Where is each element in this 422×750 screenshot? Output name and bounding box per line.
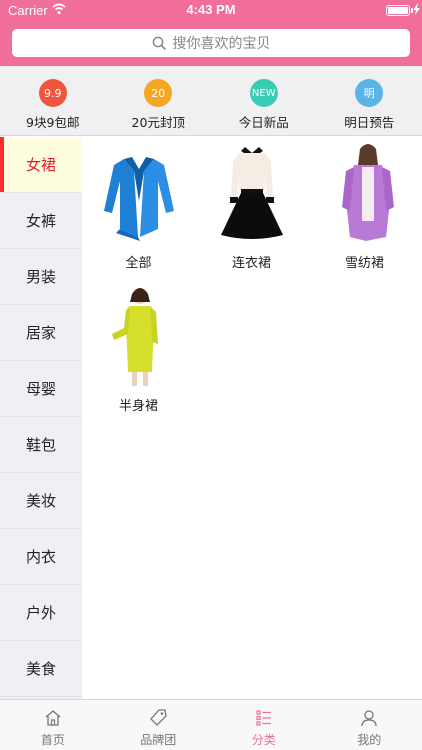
badge-99-icon: 9.9	[38, 79, 67, 107]
quick-nav-item-new[interactable]: NEW 今日新品	[211, 66, 317, 135]
quick-nav-label: 今日新品	[238, 115, 289, 130]
quick-nav-item-99[interactable]: 9.9 9块9包邮	[0, 66, 106, 135]
tab-bar: 首页 品牌团 分类 我的	[0, 699, 422, 750]
sidebar-item-home[interactable]: 居家	[0, 305, 82, 361]
search-bar[interactable]: 搜你喜欢的宝贝	[12, 29, 410, 57]
badge-20-icon: 20	[144, 79, 173, 107]
category-label: 半身裙	[118, 399, 158, 414]
sidebar-item-baby[interactable]: 母婴	[0, 361, 82, 417]
clock: 4:43 PM	[186, 2, 236, 17]
tab-home[interactable]: 首页	[0, 700, 106, 750]
tab-profile[interactable]: 我的	[317, 700, 422, 750]
top-header: Carrier 4:43 PM 搜你喜欢的宝贝	[0, 0, 422, 66]
sidebar-item-skirts[interactable]: 女裙	[0, 137, 82, 193]
tab-label: 首页	[40, 733, 65, 747]
tab-label: 分类	[251, 733, 276, 747]
status-bar: Carrier 4:43 PM	[0, 0, 422, 22]
sidebar-item-beauty[interactable]: 美妆	[0, 473, 82, 529]
category-label: 连衣裙	[231, 256, 271, 271]
category-sidebar: 女裙 女裤 男装 居家 母婴 鞋包 美妆 内衣 户外 美食	[0, 137, 82, 699]
category-label: 雪纺裙	[344, 256, 384, 271]
home-icon	[45, 710, 61, 726]
app-screen: Carrier 4:43 PM 搜你喜欢的宝贝 9.9 9块9包邮 20 20元…	[0, 0, 422, 750]
quick-nav-label: 明日预告	[344, 115, 395, 130]
tab-category[interactable]: 分类	[211, 700, 317, 750]
yellow-dress-image	[111, 288, 158, 386]
tag-icon	[150, 709, 167, 726]
category-item[interactable]: 雪纺裙	[308, 137, 421, 277]
search-placeholder: 搜你喜欢的宝贝	[172, 36, 271, 52]
list-icon	[256, 710, 271, 726]
search-icon	[152, 36, 166, 50]
tab-label: 我的	[357, 733, 382, 747]
battery-icon	[386, 5, 410, 16]
category-item[interactable]: 连衣裙	[195, 137, 308, 277]
purple-chiffon-image	[341, 144, 394, 241]
sidebar-item-menswear[interactable]: 男装	[0, 249, 82, 305]
charging-icon	[413, 3, 420, 15]
quick-nav-label: 9块9包邮	[26, 115, 80, 130]
blue-cardigan-image	[103, 157, 174, 241]
category-item[interactable]: 全部	[82, 137, 195, 277]
category-label: 全部	[125, 256, 152, 271]
badge-tomorrow-icon: 明	[355, 79, 384, 107]
quick-nav-item-20[interactable]: 20 20元封顶	[106, 66, 212, 135]
category-item[interactable]: 半身裙	[82, 280, 195, 420]
black-white-dress-image	[220, 147, 283, 239]
sidebar-item-food[interactable]: 美食	[0, 641, 82, 697]
sidebar-item-outdoor[interactable]: 户外	[0, 585, 82, 641]
sidebar-item-pants[interactable]: 女裤	[0, 193, 82, 249]
badge-new-icon: NEW	[249, 79, 278, 107]
sidebar-item-underwear[interactable]: 内衣	[0, 529, 82, 585]
tab-label: 品牌团	[140, 733, 177, 747]
person-icon	[361, 710, 377, 727]
quick-nav-label: 20元封顶	[131, 115, 185, 130]
category-grid: 全部 连衣裙 雪纺裙 半身裙	[82, 137, 422, 699]
tab-brands[interactable]: 品牌团	[106, 700, 212, 750]
quick-nav: 9.9 9块9包邮 20 20元封顶 NEW 今日新品 明 明日预告	[0, 66, 422, 136]
sidebar-item-shoes-bags[interactable]: 鞋包	[0, 417, 82, 473]
quick-nav-item-tomorrow[interactable]: 明 明日预告	[317, 66, 422, 135]
